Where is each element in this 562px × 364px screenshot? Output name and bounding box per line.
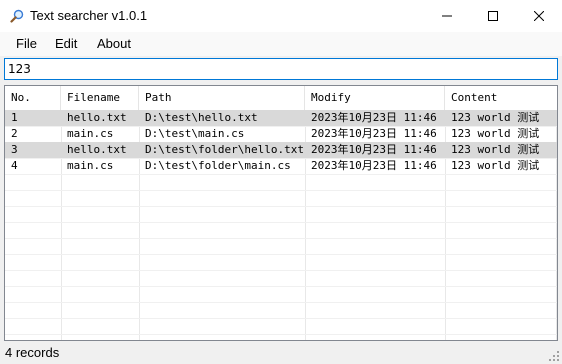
table-row[interactable]: 4 main.cs D:\test\folder\main.cs 2023年10… <box>5 158 557 174</box>
column-header-filename[interactable]: Filename <box>61 86 139 110</box>
menu-edit[interactable]: Edit <box>55 36 77 52</box>
cell-modify: 2023年10月23日 11:46 <box>311 159 437 172</box>
results-grid[interactable]: No. Filename Path Modify Content 1 hello… <box>4 85 558 341</box>
menu-bar: File Edit About <box>0 32 562 56</box>
cell-modify: 2023年10月23日 11:46 <box>311 143 437 156</box>
column-header-no[interactable]: No. <box>5 86 61 110</box>
column-header-path[interactable]: Path <box>139 86 305 110</box>
cell-modify: 2023年10月23日 11:46 <box>311 127 437 140</box>
cell-content: 123 world 测试 <box>451 127 540 140</box>
resize-grip-icon[interactable] <box>548 350 560 362</box>
cell-filename: hello.txt <box>67 143 127 156</box>
window-title: Text searcher v1.0.1 <box>30 8 148 23</box>
cell-path: D:\test\folder\hello.txt <box>145 143 304 156</box>
table-row[interactable]: 1 hello.txt D:\test\hello.txt 2023年10月23… <box>5 110 557 126</box>
search-input[interactable] <box>4 58 558 80</box>
table-row[interactable]: 3 hello.txt D:\test\folder\hello.txt 202… <box>5 142 557 158</box>
grid-header: No. Filename Path Modify Content <box>5 86 557 110</box>
column-header-modify[interactable]: Modify <box>305 86 445 110</box>
close-icon <box>534 11 544 21</box>
cell-content: 123 world 测试 <box>451 143 540 156</box>
cell-filename: hello.txt <box>67 111 127 124</box>
title-bar[interactable]: Text searcher v1.0.1 <box>0 0 562 32</box>
minimize-button[interactable] <box>424 0 470 32</box>
magnifier-icon <box>10 9 24 23</box>
maximize-icon <box>488 11 498 21</box>
minimize-icon <box>442 15 452 17</box>
cell-content: 123 world 测试 <box>451 159 540 172</box>
cell-no: 1 <box>11 111 18 124</box>
cell-modify: 2023年10月23日 11:46 <box>311 111 437 124</box>
menu-about[interactable]: About <box>97 36 131 52</box>
cell-no: 4 <box>11 159 18 172</box>
record-count: 4 records <box>5 345 60 360</box>
cell-path: D:\test\hello.txt <box>145 111 258 124</box>
cell-no: 2 <box>11 127 18 140</box>
cell-filename: main.cs <box>67 127 114 140</box>
cell-path: D:\test\folder\main.cs <box>145 159 291 172</box>
close-button[interactable] <box>516 0 562 32</box>
cell-path: D:\test\main.cs <box>145 127 245 140</box>
status-bar: 4 records <box>0 342 562 364</box>
table-row[interactable]: 2 main.cs D:\test\main.cs 2023年10月23日 11… <box>5 126 557 142</box>
cell-no: 3 <box>11 143 18 156</box>
menu-file[interactable]: File <box>16 36 37 52</box>
maximize-button[interactable] <box>470 0 516 32</box>
cell-filename: main.cs <box>67 159 114 172</box>
cell-content: 123 world 测试 <box>451 111 540 124</box>
column-header-content[interactable]: Content <box>445 86 557 110</box>
